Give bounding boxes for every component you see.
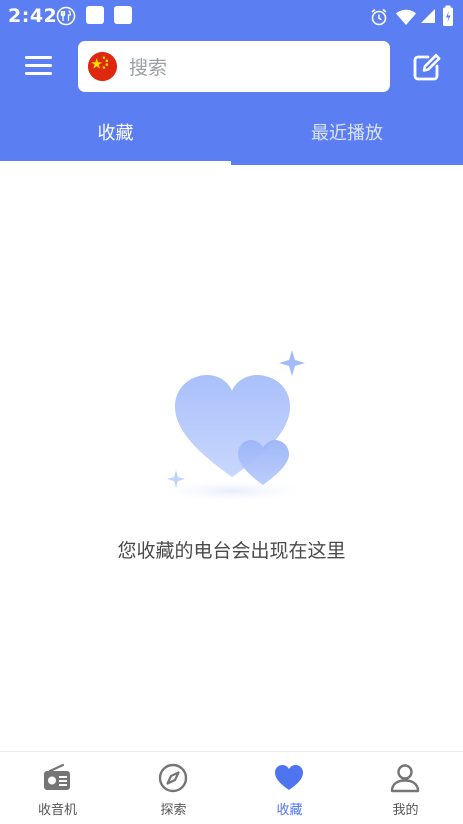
wifi-icon: [396, 9, 416, 25]
status-bar: 2:42: [0, 0, 463, 32]
tab-indicator: [0, 161, 231, 165]
user-icon: [390, 764, 420, 793]
top-app-bar: 2:42 搜索 收藏 最近播放: [0, 0, 463, 165]
radio-icon: [44, 763, 70, 790]
nav-item-profile[interactable]: 我的: [348, 752, 463, 824]
app-square-icon: [114, 6, 132, 24]
status-time: 2:42: [8, 5, 58, 27]
nav-label-profile: 我的: [392, 803, 419, 818]
edit-icon[interactable]: [410, 52, 442, 84]
nav-item-radio[interactable]: 收音机: [0, 752, 115, 824]
app-square-icon: [86, 6, 104, 24]
nav-label-radio: 收音机: [37, 803, 77, 818]
hamburger-menu-icon[interactable]: [22, 52, 56, 80]
signal-icon: [421, 9, 435, 23]
nav-item-explore[interactable]: 探索: [116, 752, 231, 824]
battery-icon: [443, 5, 453, 26]
compass-icon: [158, 763, 188, 793]
nav-item-favorites[interactable]: 收藏: [232, 752, 347, 824]
tab-recently-played[interactable]: 最近播放: [231, 119, 463, 149]
tab-favorites[interactable]: 收藏: [0, 119, 231, 149]
hearts-illustration: [154, 350, 310, 503]
nav-label-explore: 探索: [160, 803, 187, 818]
alarm-icon: [371, 8, 387, 26]
empty-state-message: 您收藏的电台会出现在这里: [117, 540, 346, 562]
fork-knife-icon: [56, 6, 76, 26]
search-input[interactable]: 搜索: [129, 53, 167, 80]
nav-label-favorites: 收藏: [276, 803, 303, 818]
heart-icon: [275, 765, 303, 790]
china-flag-icon[interactable]: [88, 52, 117, 81]
search-bar[interactable]: 搜索: [78, 41, 390, 92]
bottom-navigation: 收音机 探索 收藏 我的: [0, 751, 463, 824]
